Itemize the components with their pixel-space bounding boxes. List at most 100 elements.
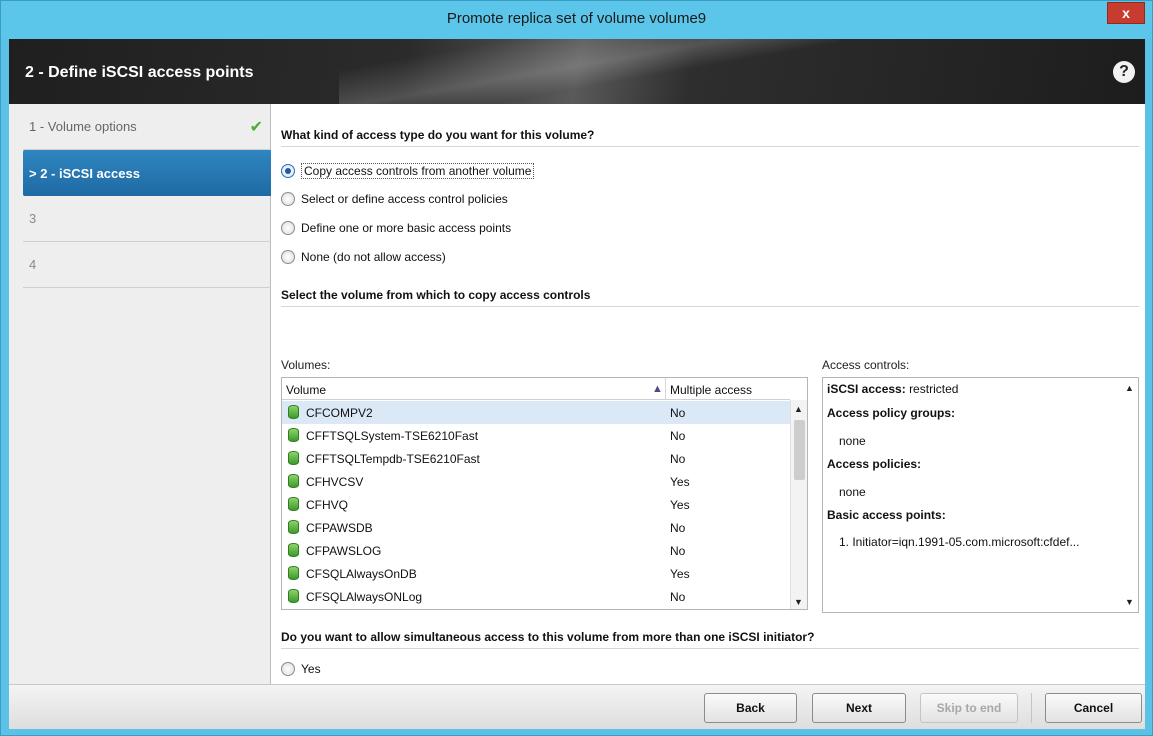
policy-groups-label: Access policy groups: <box>827 406 955 420</box>
policies-label: Access policies: <box>827 457 921 471</box>
database-icon <box>288 520 299 534</box>
table-row[interactable]: CFHVCSV Yes <box>282 470 790 493</box>
column-divider[interactable] <box>665 378 666 400</box>
step-banner: 2 - Define iSCSI access points ? <box>9 39 1145 104</box>
volume-name: CFFTSQLSystem-TSE6210Fast <box>306 429 479 443</box>
scroll-down-icon[interactable]: ▼ <box>1125 597 1134 607</box>
multiple-access-value: No <box>670 429 686 443</box>
scroll-up-icon[interactable]: ▲ <box>794 404 803 414</box>
dialog-client: 2 - Define iSCSI access points ? 1 - Vol… <box>9 39 1145 729</box>
radio-label: None (do not allow access) <box>301 250 446 264</box>
radio-button-icon[interactable] <box>281 164 295 178</box>
policies-heading: Access policies: <box>827 457 922 471</box>
multiple-access-value: No <box>670 406 686 420</box>
policies-value: none <box>839 485 866 499</box>
volumes-table[interactable]: Volume ▲ Multiple access CFCOMPV2 No CFF… <box>281 377 808 610</box>
volume-name: CFFTSQLTempdb-TSE6210Fast <box>306 452 480 466</box>
volume-name: CFPAWSDB <box>306 521 373 535</box>
table-row[interactable]: CFFTSQLTempdb-TSE6210Fast No <box>282 447 790 470</box>
volume-name: CFHVQ <box>306 498 348 512</box>
iscsi-access-line: iSCSI access: restricted <box>827 382 958 396</box>
sidebar-item-label: > 2 - iSCSI access <box>29 165 140 181</box>
database-icon <box>288 474 299 488</box>
access-controls-panel: iSCSI access: restricted Access policy g… <box>822 377 1139 613</box>
simultaneous-heading: Do you want to allow simultaneous access… <box>281 630 1139 649</box>
policy-groups-heading: Access policy groups: <box>827 406 956 420</box>
radio-label: Select or define access control policies <box>301 192 508 206</box>
radio-multi-yes[interactable]: Yes <box>281 662 321 676</box>
table-row[interactable]: CFFTSQLSystem-TSE6210Fast No <box>282 424 790 447</box>
table-row[interactable]: CFPAWSLOG No <box>282 539 790 562</box>
volume-name: CFPAWSLOG <box>306 544 382 558</box>
radio-button-icon[interactable] <box>281 192 295 206</box>
back-button[interactable]: Back <box>704 693 797 723</box>
sidebar-item-label: 3 <box>29 211 37 226</box>
scroll-thumb[interactable] <box>794 420 805 480</box>
skip-to-end-button[interactable]: Skip to end <box>920 693 1018 723</box>
iscsi-access-value: restricted <box>909 382 959 396</box>
table-body: CFCOMPV2 No CFFTSQLSystem-TSE6210Fast No… <box>282 401 790 608</box>
volume-name: CFSQLAlwaysONLog <box>306 590 423 604</box>
database-icon <box>288 543 299 557</box>
access-controls-label: Access controls: <box>822 358 910 372</box>
table-row[interactable]: CFSQLAlwaysOnDB Yes <box>282 562 790 585</box>
database-icon <box>288 451 299 465</box>
sidebar-item-label: 1 - Volume options <box>29 119 137 134</box>
radio-label: Define one or more basic access points <box>301 221 512 235</box>
access-type-heading: What kind of access type do you want for… <box>281 128 1139 147</box>
table-header: Volume ▲ Multiple access <box>282 378 790 400</box>
table-row[interactable]: CFPAWSDB No <box>282 516 790 539</box>
button-separator <box>1031 693 1032 723</box>
database-icon <box>288 589 299 603</box>
policy-groups-value: none <box>839 434 866 448</box>
sidebar-item-label: 4 <box>29 257 37 272</box>
access-controls-scrollbar[interactable]: ▲ ▼ <box>1121 378 1138 612</box>
sort-ascending-icon: ▲ <box>652 383 663 395</box>
next-button[interactable]: Next <box>812 693 906 723</box>
title-bar[interactable]: Promote replica set of volume volume9 x <box>1 1 1152 39</box>
dialog-window: Promote replica set of volume volume9 x … <box>0 0 1153 736</box>
volumes-label: Volumes: <box>281 358 331 372</box>
close-button[interactable]: x <box>1107 2 1145 24</box>
radio-none[interactable]: None (do not allow access) <box>281 250 446 264</box>
checkmark-icon: ✔ <box>249 119 263 136</box>
iscsi-access-label: iSCSI access: <box>827 382 906 396</box>
basic-points-heading: Basic access points: <box>827 508 946 522</box>
table-row[interactable]: CFSQLAlwaysONLog No <box>282 585 790 608</box>
cancel-button[interactable]: Cancel <box>1045 693 1142 723</box>
database-icon <box>288 497 299 511</box>
banner-swoosh <box>339 39 839 104</box>
volume-name: CFSQLAlwaysOnDB <box>306 567 417 581</box>
radio-copy-access[interactable]: Copy access controls from another volume <box>281 163 535 179</box>
scroll-down-icon[interactable]: ▼ <box>794 597 803 607</box>
volumes-scrollbar[interactable]: ▲ ▼ <box>790 400 807 609</box>
radio-button-icon[interactable] <box>281 250 295 264</box>
table-row[interactable]: CFHVQ Yes <box>282 493 790 516</box>
scroll-up-icon[interactable]: ▲ <box>1125 383 1134 393</box>
column-header-volume[interactable]: Volume <box>286 383 326 397</box>
window-title: Promote replica set of volume volume9 <box>446 10 707 27</box>
multiple-access-value: No <box>670 521 686 535</box>
basic-points-value: 1. Initiator=iqn.1991-05.com.microsoft:c… <box>839 535 1080 549</box>
sidebar-item-step-4: 4 <box>23 242 271 288</box>
sidebar-item-step-3: 3 <box>23 196 271 242</box>
multiple-access-value: No <box>670 590 686 604</box>
radio-button-icon[interactable] <box>281 662 295 676</box>
help-icon[interactable]: ? <box>1113 61 1135 83</box>
main-panel: What kind of access type do you want for… <box>271 104 1145 705</box>
multiple-access-value: Yes <box>670 498 690 512</box>
database-icon <box>288 405 299 419</box>
sidebar-item-volume-options[interactable]: 1 - Volume options ✔ <box>23 104 271 150</box>
radio-define-access-points[interactable]: Define one or more basic access points <box>281 221 511 235</box>
volume-name: CFCOMPV2 <box>306 406 373 420</box>
sidebar-item-iscsi-access[interactable]: > 2 - iSCSI access <box>23 150 271 196</box>
wizard-sidebar: 1 - Volume options ✔ > 2 - iSCSI access … <box>9 104 271 684</box>
database-icon <box>288 428 299 442</box>
radio-button-icon[interactable] <box>281 221 295 235</box>
multiple-access-value: No <box>670 452 686 466</box>
radio-select-policies[interactable]: Select or define access control policies <box>281 192 508 206</box>
radio-label: Copy access controls from another volume <box>301 163 535 179</box>
table-row[interactable]: CFCOMPV2 No <box>282 401 790 424</box>
column-header-multiple-access[interactable]: Multiple access <box>670 383 752 397</box>
multiple-access-value: Yes <box>670 475 690 489</box>
